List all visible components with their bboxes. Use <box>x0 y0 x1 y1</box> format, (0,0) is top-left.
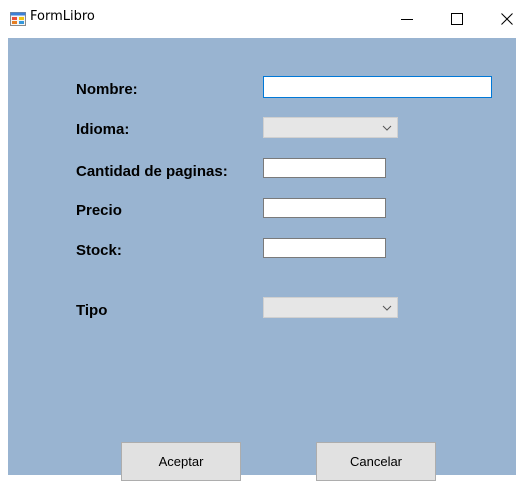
stock-input[interactable] <box>264 239 385 257</box>
stock-field[interactable] <box>263 238 386 258</box>
minimize-icon <box>401 19 413 20</box>
minimize-button[interactable] <box>384 0 430 38</box>
stock-label: Stock: <box>76 242 122 259</box>
nombre-label: Nombre: <box>76 81 138 98</box>
precio-field[interactable] <box>263 198 386 218</box>
idioma-label: Idioma: <box>76 121 130 138</box>
precio-input[interactable] <box>264 199 385 217</box>
paginas-label: Cantidad de paginas: <box>76 163 228 180</box>
aceptar-button[interactable]: Aceptar <box>121 442 241 481</box>
maximize-icon <box>451 13 463 25</box>
nombre-field[interactable] <box>263 76 492 98</box>
chevron-down-icon <box>382 125 392 131</box>
form-app-icon <box>10 12 26 26</box>
close-icon <box>501 13 513 25</box>
window-title: FormLibro <box>30 9 95 24</box>
paginas-field[interactable] <box>263 158 386 178</box>
precio-label: Precio <box>76 202 122 219</box>
form-window: FormLibro Nombre: Idioma: Cantidad de pa… <box>0 0 524 481</box>
title-bar[interactable]: FormLibro <box>0 0 524 38</box>
nombre-input[interactable] <box>264 77 491 97</box>
maximize-button[interactable] <box>434 0 480 38</box>
close-button[interactable] <box>484 0 524 38</box>
tipo-combobox[interactable] <box>263 297 398 318</box>
tipo-label: Tipo <box>76 302 108 319</box>
chevron-down-icon <box>382 305 392 311</box>
idioma-combobox[interactable] <box>263 117 398 138</box>
form-client-area: Nombre: Idioma: Cantidad de paginas: Pre… <box>8 38 516 481</box>
cancelar-button[interactable]: Cancelar <box>316 442 436 481</box>
paginas-input[interactable] <box>264 159 385 177</box>
